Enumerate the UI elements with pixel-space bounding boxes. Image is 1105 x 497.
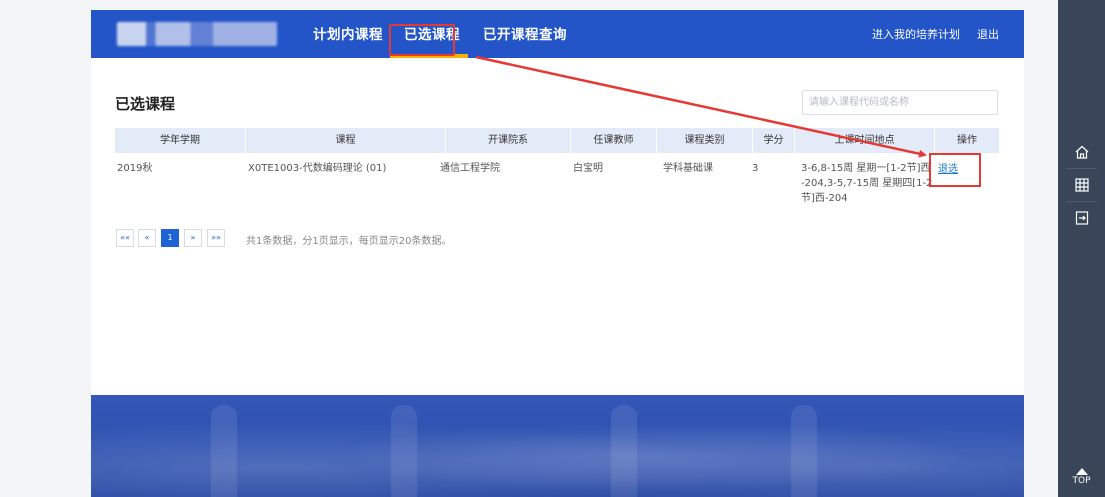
footer-banner-image — [91, 395, 1024, 497]
cell-schedule: 3-6,8-15周 星期一[1-2节]西 -204,3-5,7-15周 星期四[… — [801, 161, 933, 206]
header-credits: 学分 — [753, 128, 795, 153]
annotation-highlight-box — [929, 153, 981, 187]
cell-teacher: 白宝明 — [573, 163, 603, 174]
cell-term: 2019秋 — [117, 163, 153, 174]
page-title: 已选课程 — [115, 95, 176, 113]
rail-divider — [1066, 201, 1097, 202]
last-page-button[interactable]: »» — [207, 229, 225, 247]
table-header: 学年学期 课程 开课院系 任课教师 课程类别 学分 上课时间地点 操作 — [115, 128, 999, 153]
header-department: 开课院系 — [446, 128, 571, 153]
logout-icon[interactable] — [1058, 204, 1105, 232]
banner-decoration — [391, 405, 417, 497]
back-to-top-label: TOP — [1072, 476, 1091, 486]
header-actions: 操作 — [957, 135, 977, 146]
banner-decoration — [211, 405, 237, 497]
banner-decoration — [611, 405, 637, 497]
header-teacher: 任课教师 — [571, 128, 657, 153]
cell-credits: 3 — [752, 163, 759, 174]
right-tool-rail: TOP — [1058, 0, 1105, 497]
training-plan-link[interactable]: 进入我的培养计划 — [872, 10, 960, 58]
pagination-info: 共1条数据，分1页显示，每页显示20条数据。 — [246, 236, 452, 247]
prev-page-button[interactable]: « — [138, 229, 156, 247]
header-category: 课程类别 — [657, 128, 753, 153]
header-schedule: 上课时间地点 — [795, 128, 935, 153]
cell-department: 通信工程学院 — [440, 163, 500, 174]
next-page-button[interactable]: » — [184, 229, 202, 247]
schedule-line: -204,3-5,7-15周 星期四[1-2 — [801, 178, 933, 189]
cell-course: X0TE1003-代数编码理论 (01) — [248, 163, 387, 174]
arrow-up-icon — [1075, 468, 1088, 475]
schedule-line: 3-6,8-15周 星期一[1-2节]西 — [801, 163, 931, 174]
rail-divider — [1066, 168, 1097, 169]
nav-open-courses-query[interactable]: 已开课程查询 — [483, 10, 567, 58]
search-input[interactable] — [802, 90, 998, 115]
page-1-button[interactable]: 1 — [161, 229, 179, 247]
banner-decoration — [791, 405, 817, 497]
content-container: 计划内课程 已选课程 已开课程查询 进入我的培养计划 退出 已选课程 学年学期 … — [91, 10, 1024, 497]
cell-category: 学科基础课 — [663, 163, 713, 174]
home-icon[interactable] — [1058, 138, 1105, 166]
header-course: 课程 — [246, 128, 446, 153]
top-nav-bar: 计划内课程 已选课程 已开课程查询 进入我的培养计划 退出 — [91, 10, 1024, 58]
logout-link[interactable]: 退出 — [977, 10, 999, 58]
schedule-line: 节]西-204 — [801, 193, 848, 204]
first-page-button[interactable]: «« — [116, 229, 134, 247]
annotation-highlight-box — [389, 24, 455, 56]
grid-icon[interactable] — [1058, 171, 1105, 199]
nav-planned-courses[interactable]: 计划内课程 — [313, 10, 383, 58]
header-term: 学年学期 — [115, 128, 246, 153]
logo — [117, 22, 277, 46]
back-to-top-button[interactable]: TOP — [1058, 466, 1105, 494]
